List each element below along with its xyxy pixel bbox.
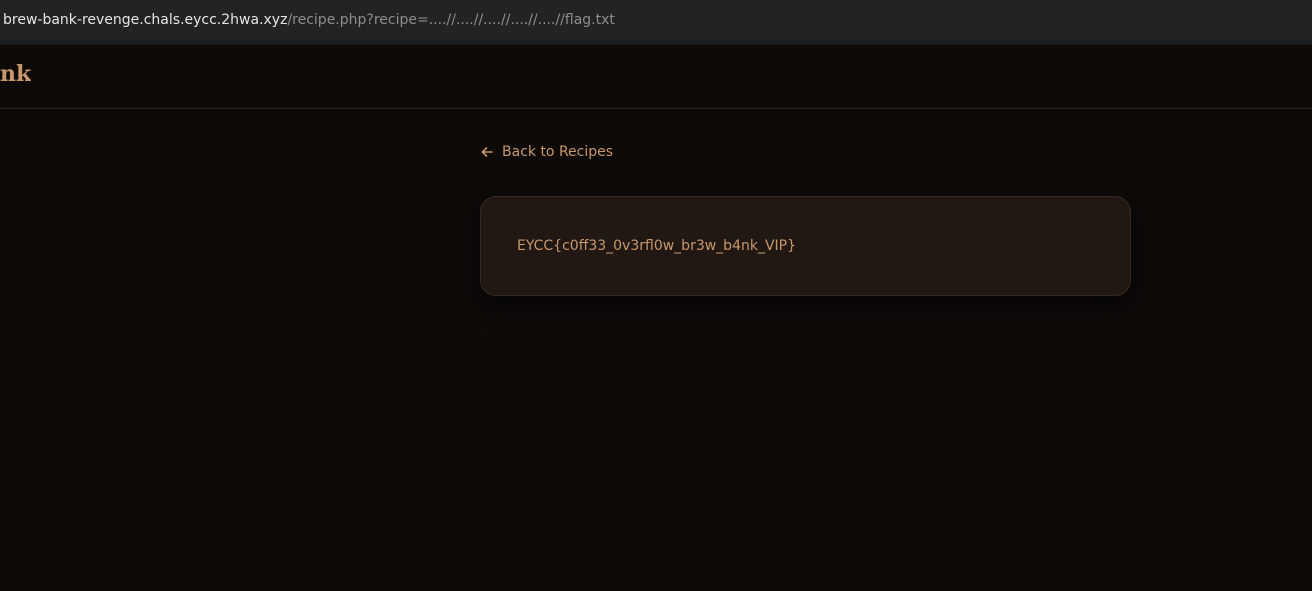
url-host: brew-bank-revenge.chals.eycc.2hwa.xyz: [3, 12, 288, 28]
site-header: nk: [0, 45, 1312, 109]
url-path: /recipe.php?recipe=....//....//....//...…: [287, 12, 615, 28]
recipe-content-card: EYCC{c0ff33_0v3rfl0w_br3w_b4nk_VIP}: [480, 196, 1131, 296]
back-link-label: Back to Recipes: [502, 144, 614, 160]
address-bar[interactable]: brew-bank-revenge.chals.eycc.2hwa.xyz/re…: [0, 0, 1312, 40]
arrow-left-icon: [480, 145, 494, 159]
site-brand[interactable]: nk: [0, 63, 31, 85]
recipe-content-text: EYCC{c0ff33_0v3rfl0w_br3w_b4nk_VIP}: [517, 238, 797, 254]
back-to-recipes-link[interactable]: Back to Recipes: [480, 142, 613, 162]
